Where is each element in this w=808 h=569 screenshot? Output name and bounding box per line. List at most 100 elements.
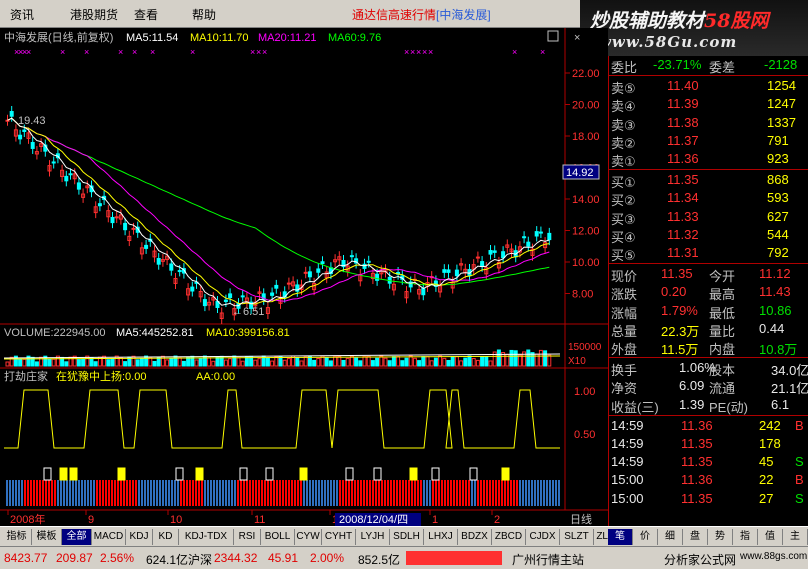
tab-lhxj[interactable]: LHXJ	[424, 529, 458, 545]
tab-kdj[interactable]: KDJ	[126, 529, 153, 545]
indicator-band	[150, 480, 152, 506]
tick-flag: S	[795, 490, 804, 506]
indicator-band	[333, 480, 335, 506]
tab-全部[interactable]: 全部	[62, 529, 92, 545]
indicator-band	[462, 480, 464, 506]
candle-body	[307, 271, 312, 278]
quote-tab-6[interactable]: 值	[758, 529, 783, 545]
volume-bar	[131, 355, 136, 367]
quote-tab-3[interactable]: 盘	[683, 529, 708, 545]
sh-index: 8423.77	[4, 551, 48, 565]
indicator-band	[267, 480, 269, 506]
stat-label: PE(动)	[709, 399, 749, 415]
tab-macd[interactable]: MACD	[92, 529, 126, 545]
quote-tab-5[interactable]: 指	[733, 529, 758, 545]
indicator-band	[243, 480, 245, 506]
stats2-row: 净资 6.09 流通 21.1亿	[609, 377, 808, 396]
tab-模板[interactable]: 模板	[32, 529, 62, 545]
tab-sdlh[interactable]: SDLH	[390, 529, 424, 545]
indicator-band	[273, 480, 275, 506]
volume-bar	[438, 355, 443, 367]
ad-banner[interactable]: 炒股辅助教材58股网 www.58Gu.com	[580, 0, 808, 56]
volume-bar	[475, 359, 480, 367]
indicator-band	[225, 480, 227, 506]
tab-rsi[interactable]: RSI	[234, 529, 261, 545]
signal-marker: ×	[60, 47, 65, 57]
indicator-band	[105, 480, 107, 506]
menu-hk-futures[interactable]: 港股期货	[70, 6, 118, 23]
volume-bar	[223, 359, 228, 367]
menu-info[interactable]: 资讯	[10, 6, 34, 23]
indicator-band	[138, 480, 140, 506]
sz-change: 45.91	[268, 551, 299, 565]
indicator-band	[498, 480, 500, 506]
volume-bar	[433, 357, 438, 367]
indicator-band	[198, 480, 200, 506]
menu-view[interactable]: 查看	[134, 6, 158, 23]
tab-cyht[interactable]: CYHT	[322, 529, 356, 545]
indicator-band	[117, 480, 119, 506]
quote-tab-2[interactable]: 细	[658, 529, 683, 545]
tab-bdzx[interactable]: BDZX	[458, 529, 492, 545]
quote-tab-7[interactable]: 主	[783, 529, 808, 545]
indicator-band	[6, 480, 8, 506]
tab-lyjh[interactable]: LYJH	[356, 529, 390, 545]
indicator-band	[537, 480, 539, 506]
volume-bar	[324, 357, 329, 367]
volume-bar	[286, 358, 291, 367]
tab-指标[interactable]: 指标	[2, 529, 32, 545]
tick-time: 15:00	[611, 472, 644, 488]
tab-kdj-tdx[interactable]: KDJ-TDX	[179, 529, 234, 545]
indicator-band	[264, 480, 266, 506]
tab-slzt[interactable]: SLZT	[560, 529, 594, 545]
indicator-band	[282, 480, 284, 506]
sell-volume: 791	[767, 132, 789, 148]
volume-bar	[383, 357, 388, 367]
tab-cyw[interactable]: CYW	[295, 529, 322, 545]
candle-body	[475, 256, 480, 259]
chart-close-icon[interactable]: ×	[574, 32, 580, 44]
tab-boll[interactable]: BOLL	[261, 529, 295, 545]
indicator-band	[36, 480, 38, 506]
indicator-band	[279, 480, 281, 506]
signal-markers: ×××× × × × × × × × × × × × × × × × ×	[14, 47, 545, 57]
indicator-band	[558, 480, 560, 506]
indicator-band	[246, 480, 248, 506]
indicator-band	[549, 480, 551, 506]
chart-restore-icon[interactable]	[547, 30, 559, 42]
indicator-band	[81, 480, 83, 506]
tick-flag: B	[795, 417, 804, 433]
stat-label: 股本	[709, 363, 736, 379]
indicator-band	[396, 480, 398, 506]
tab-kd[interactable]: KD	[153, 529, 179, 545]
indicator-band	[42, 480, 44, 506]
signal-marker: ×	[410, 47, 415, 57]
volume-bar	[316, 357, 321, 367]
tab-cjdx[interactable]: CJDX	[526, 529, 560, 545]
kline-chart[interactable]: 中海发展(日线,前复权) MA5:11.54 MA10:11.70 MA20:1…	[0, 28, 608, 526]
quote-tab-4[interactable]: 势	[708, 529, 733, 545]
indicator-band	[534, 480, 536, 506]
sh-amount: 624.1亿	[146, 553, 189, 567]
sz-pct: 2.00%	[310, 551, 345, 565]
tick-row: 15:00 11.35 27 S	[609, 490, 808, 508]
volume-bar	[148, 357, 153, 367]
kline-chart-area[interactable]: 中海发展(日线,前复权) MA5:11.54 MA10:11.70 MA20:1…	[0, 28, 608, 526]
tab-zbcd[interactable]: ZBCD	[492, 529, 526, 545]
quote-tab-1[interactable]: 价	[633, 529, 658, 545]
indicator-band	[135, 480, 137, 506]
indicator-band	[78, 480, 80, 506]
indicator-band	[39, 480, 41, 506]
server-name[interactable]: 广州行情主站	[512, 551, 584, 568]
indicator-band	[480, 480, 482, 506]
volume-bar	[47, 359, 52, 367]
indicator-band	[189, 480, 191, 506]
signal-marker: ×	[118, 47, 123, 57]
indicator-band	[33, 480, 35, 506]
menu-help[interactable]: 帮助	[192, 6, 216, 23]
sell-volume: 1254	[767, 78, 796, 94]
candle-body	[51, 161, 56, 164]
signal-marker: ×	[262, 47, 267, 57]
indicator-band	[522, 480, 524, 506]
quote-tab-0[interactable]: 笔	[608, 529, 633, 545]
